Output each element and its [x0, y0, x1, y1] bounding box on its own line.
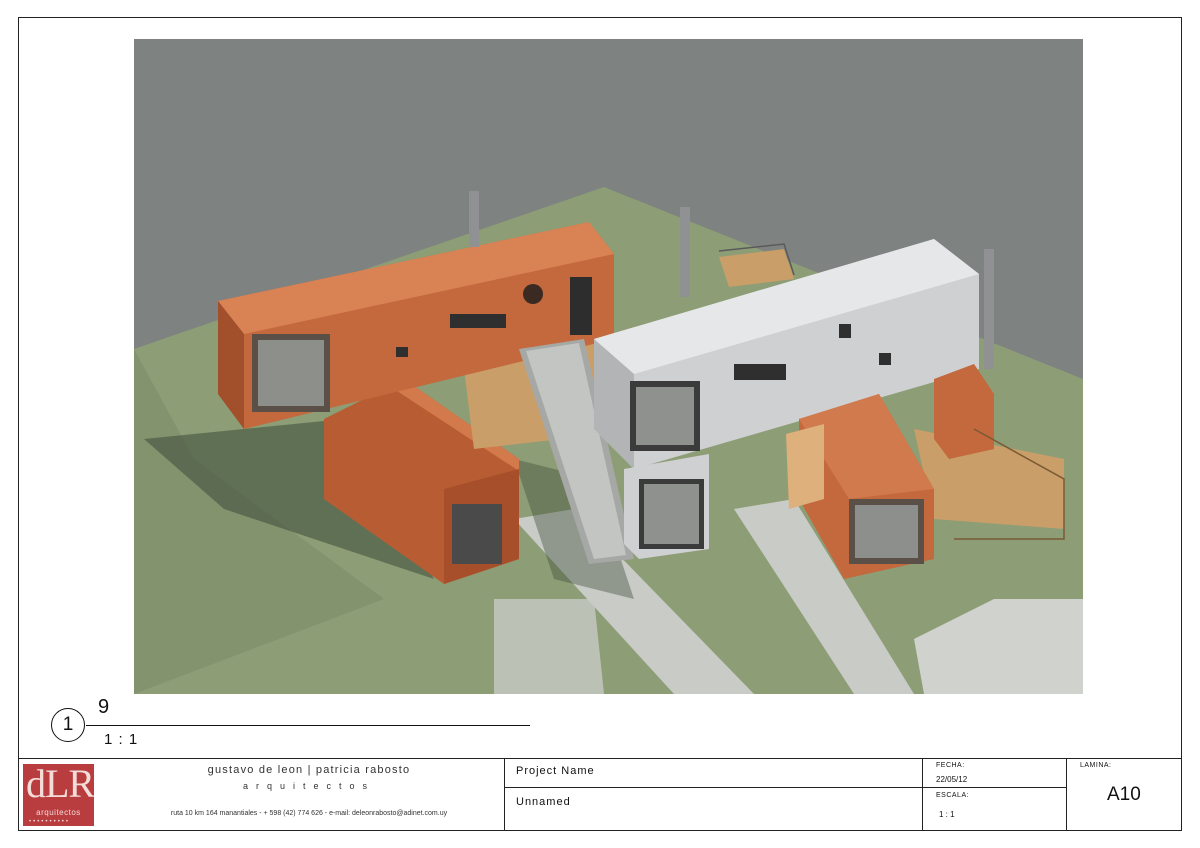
- logo-letters: dLR: [26, 764, 94, 806]
- sheet-number: A10: [1107, 784, 1141, 805]
- view-scale: 1 : 1: [104, 731, 139, 748]
- view-number-bubble: 1: [51, 708, 85, 742]
- sheet-label: LAMINA:: [1080, 762, 1112, 769]
- scale-value: 1 : 1: [939, 810, 955, 819]
- rendered-perspective-view: [134, 39, 1083, 694]
- logo-decoration: ••••••••••: [29, 819, 71, 825]
- firm-contact: ruta 10 km 164 manantiales - + 598 (42) …: [170, 810, 448, 817]
- title-divider: [922, 787, 1066, 788]
- firm-logo: dLR arquitectos ••••••••••: [23, 764, 94, 826]
- title-divider: [504, 759, 505, 831]
- title-divider: [504, 787, 922, 788]
- firm-subtitle: arquitectos: [242, 781, 376, 791]
- title-divider: [922, 759, 923, 831]
- view-title: 9: [98, 696, 110, 718]
- logo-subtitle: arquitectos: [36, 808, 81, 817]
- scale-label: ESCALA:: [936, 792, 970, 799]
- title-block: dLR arquitectos •••••••••• gustavo de le…: [19, 758, 1181, 831]
- view-number: 1: [62, 714, 74, 735]
- project-subtitle: Unnamed: [516, 796, 571, 808]
- firm-names: gustavo de leon | patricia rabosto: [207, 764, 411, 776]
- project-name: Project Name: [516, 765, 595, 777]
- view-title-underline: [86, 725, 530, 726]
- date-label: FECHA:: [936, 762, 965, 769]
- title-divider: [1066, 759, 1067, 831]
- date-value: 22/05/12: [936, 775, 968, 784]
